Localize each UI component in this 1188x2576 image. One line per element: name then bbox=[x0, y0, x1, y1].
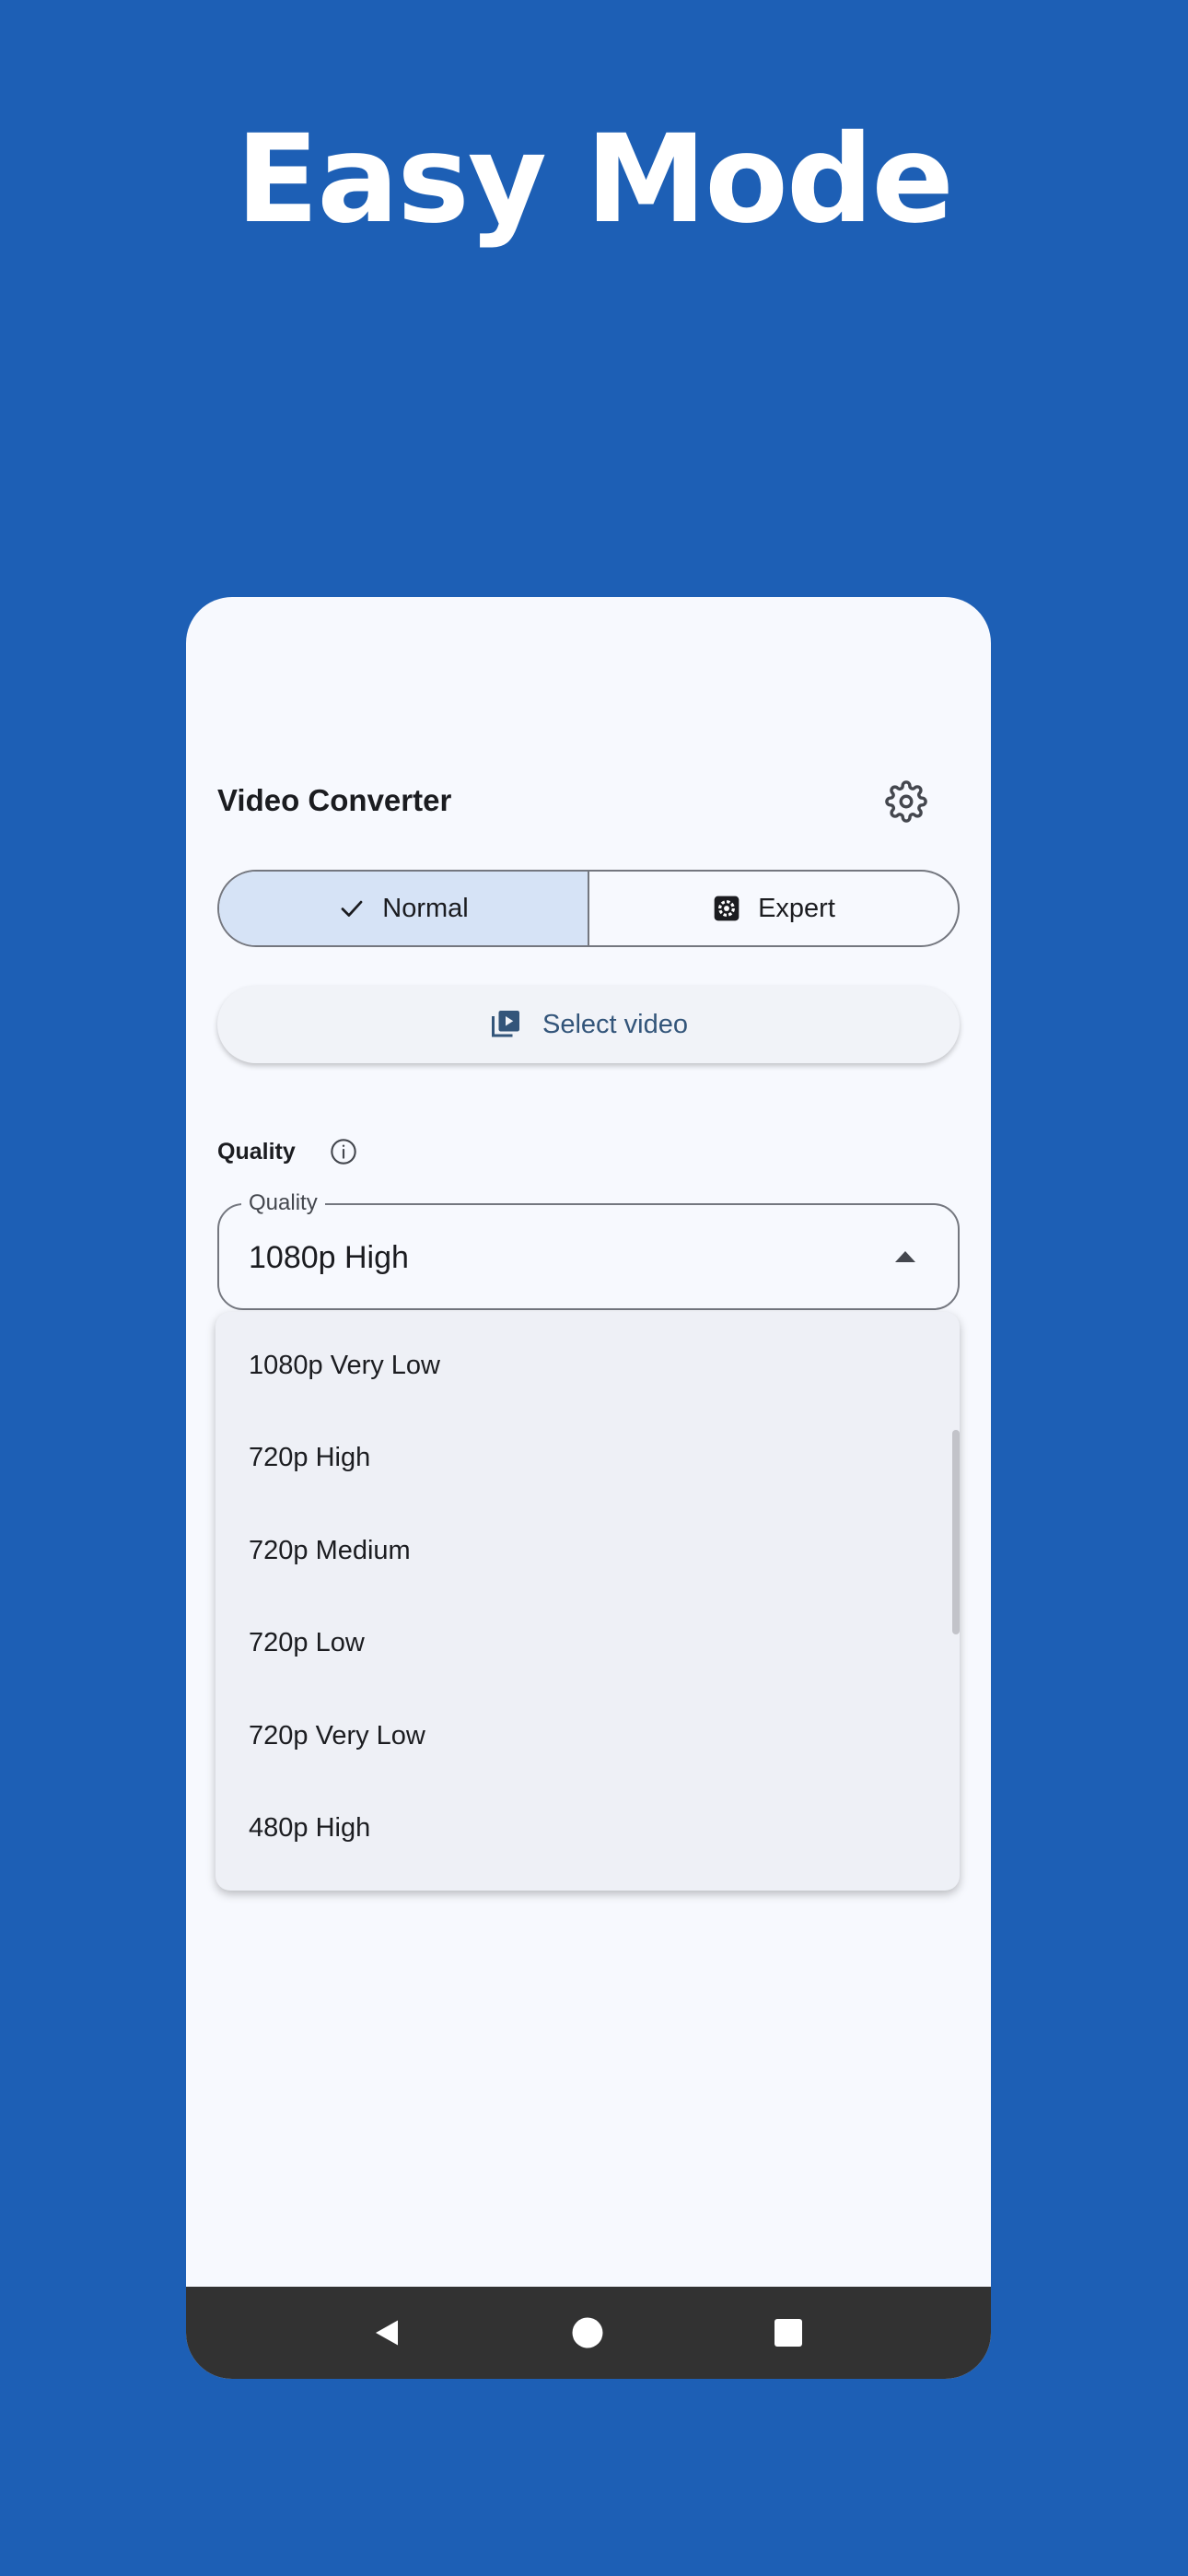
video-library-icon bbox=[492, 1011, 519, 1037]
menu-scrollbar[interactable] bbox=[952, 1430, 960, 1634]
system-navbar bbox=[186, 2287, 991, 2379]
quality-section-label: Quality bbox=[217, 1137, 358, 1166]
settings-button[interactable] bbox=[882, 778, 930, 825]
recents-square-icon[interactable] bbox=[772, 2316, 805, 2349]
quality-dropdown[interactable]: Quality 1080p High bbox=[217, 1190, 960, 1310]
caret-up-icon bbox=[895, 1251, 915, 1262]
quality-option[interactable]: 1080p Very Low bbox=[215, 1319, 960, 1412]
select-video-label: Select video bbox=[542, 1009, 688, 1039]
quality-option[interactable]: 720p High bbox=[215, 1412, 960, 1505]
quality-option[interactable]: 480p High bbox=[215, 1783, 960, 1876]
info-icon[interactable] bbox=[329, 1137, 358, 1166]
quality-option[interactable]: 720p Very Low bbox=[215, 1690, 960, 1783]
quality-label-text: Quality bbox=[217, 1138, 296, 1165]
quality-dropdown-value: 1080p High bbox=[249, 1240, 409, 1275]
select-video-button[interactable]: Select video bbox=[217, 986, 960, 1063]
check-icon bbox=[341, 900, 363, 917]
back-triangle-icon[interactable] bbox=[370, 2316, 403, 2349]
home-circle-icon[interactable] bbox=[571, 2316, 604, 2349]
quality-menu: 1080p Very Low 720p High 720p Medium 720… bbox=[215, 1312, 960, 1891]
normal-mode-label: Normal bbox=[382, 893, 469, 923]
quality-dropdown-label: Quality bbox=[241, 1190, 325, 1216]
gear-icon bbox=[885, 780, 927, 823]
expert-mode-label: Expert bbox=[758, 893, 835, 923]
settings-box-icon bbox=[714, 896, 740, 921]
mode-toggle: Normal Expert bbox=[217, 870, 960, 947]
headline: Easy Mode bbox=[236, 109, 954, 251]
normal-mode-button[interactable]: Normal bbox=[219, 872, 589, 945]
expert-mode-button[interactable]: Expert bbox=[589, 872, 958, 945]
quality-option[interactable]: 720p Medium bbox=[215, 1505, 960, 1598]
phone-screen: Video Converter Normal Expert Select vid… bbox=[186, 597, 991, 2379]
quality-option[interactable]: 720p Low bbox=[215, 1598, 960, 1691]
app-title: Video Converter bbox=[217, 783, 452, 817]
